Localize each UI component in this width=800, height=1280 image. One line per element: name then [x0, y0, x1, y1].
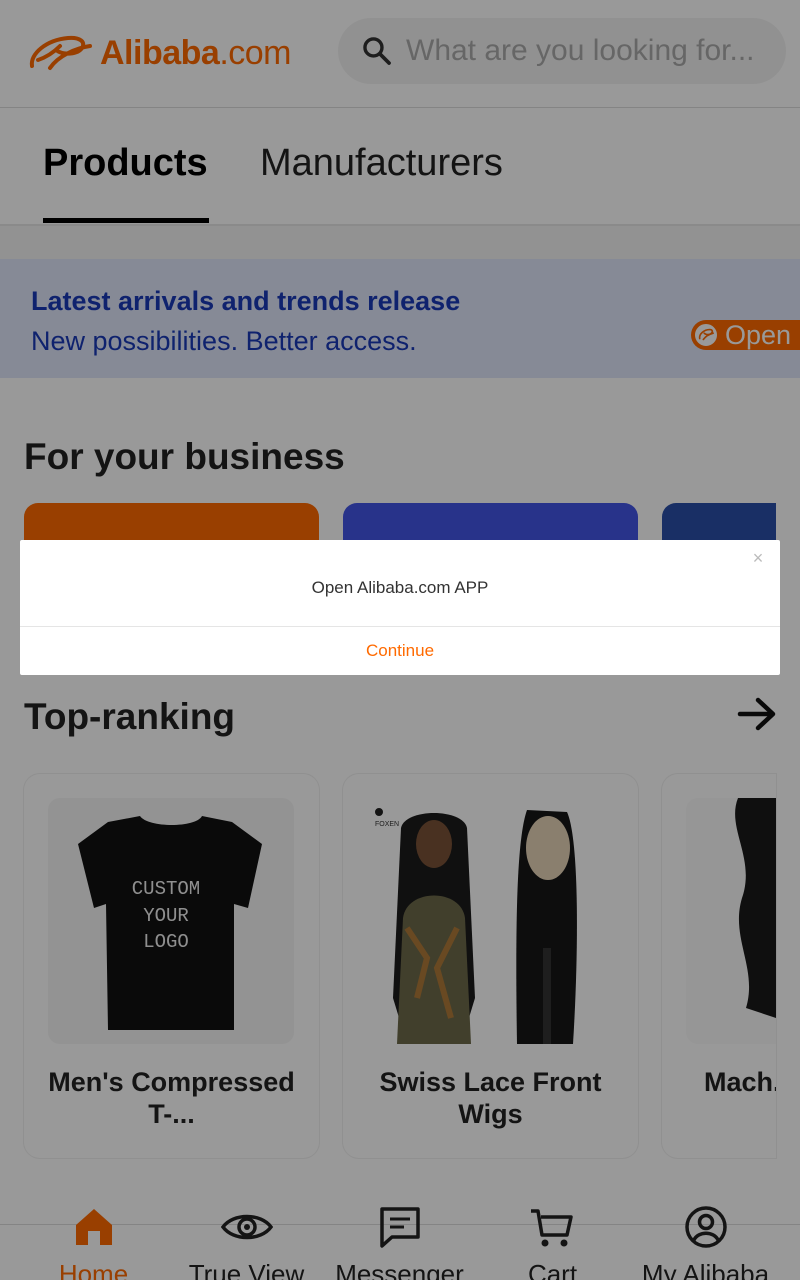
dialog-message: Open Alibaba.com APP: [311, 578, 489, 597]
open-app-dialog: × Open Alibaba.com APP Continue: [20, 540, 780, 675]
continue-button[interactable]: Continue: [20, 627, 780, 675]
close-icon[interactable]: ×: [748, 548, 768, 568]
